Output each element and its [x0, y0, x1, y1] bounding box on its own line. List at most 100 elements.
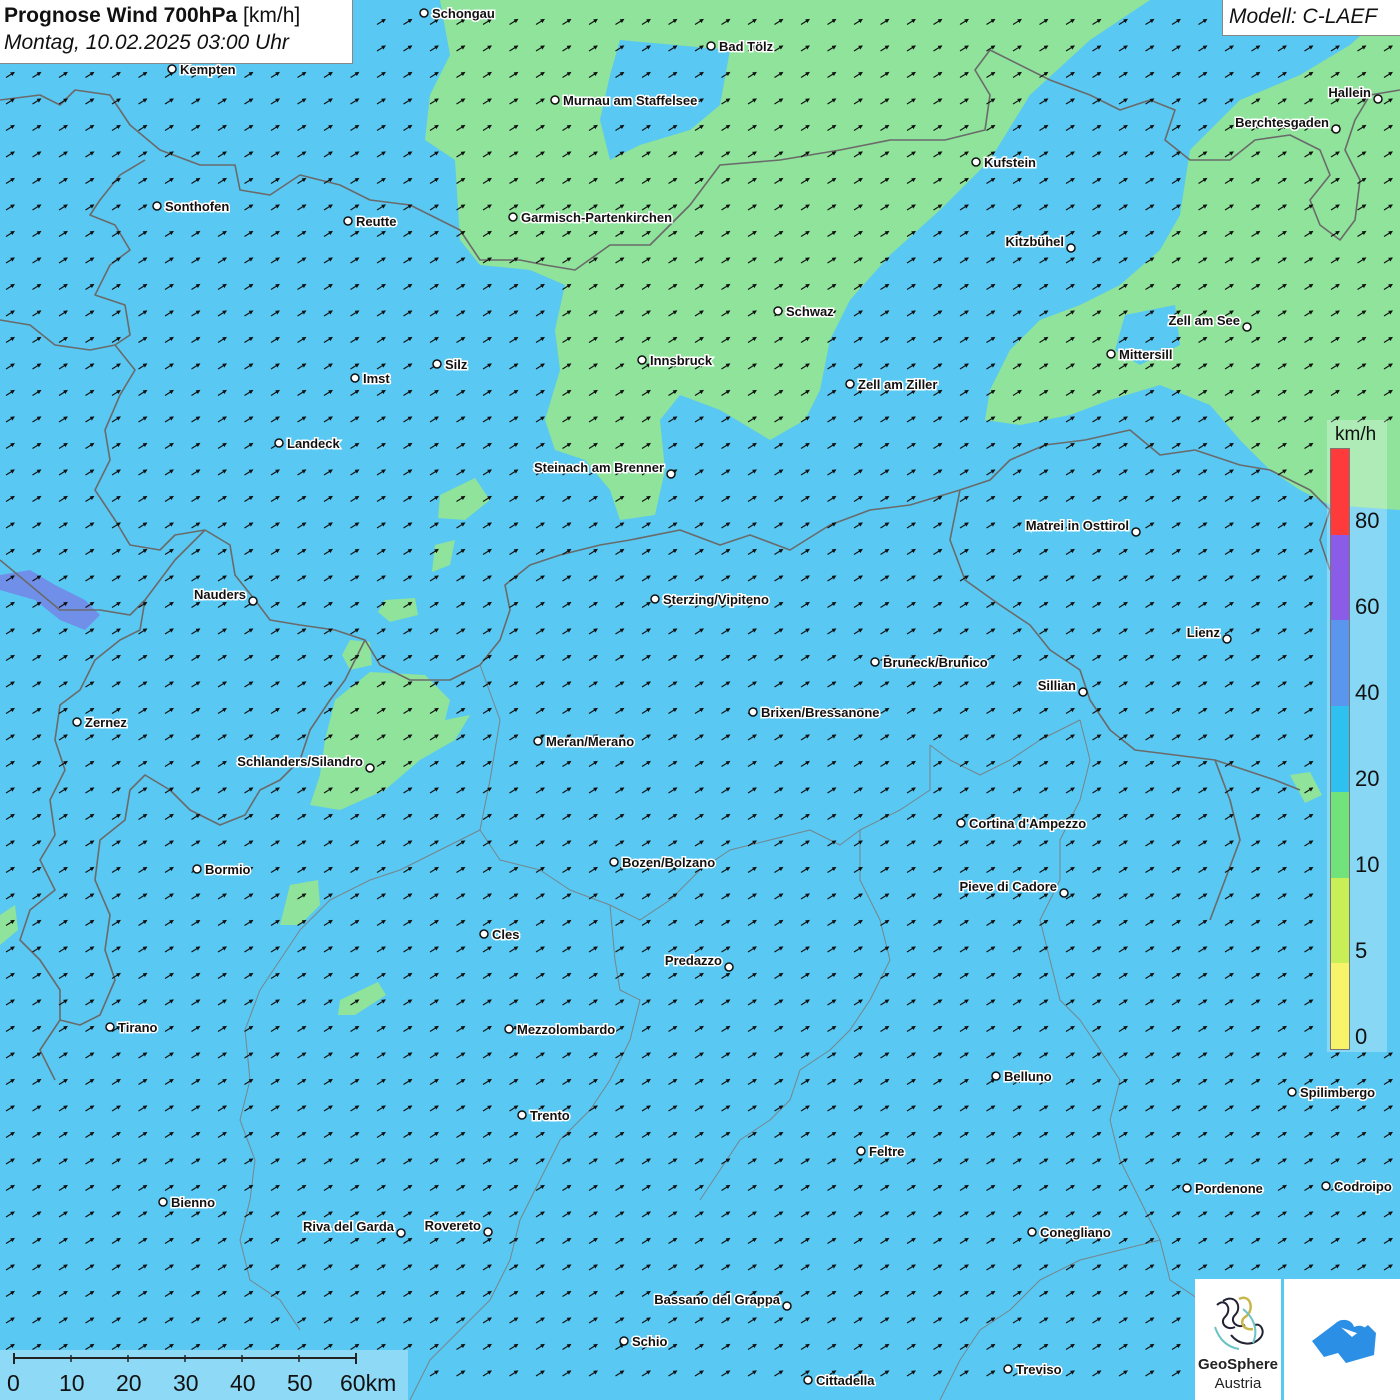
city-label: Bad Tölz: [719, 39, 774, 54]
city-label: Innsbruck: [650, 353, 713, 368]
city-label: Pieve di Cadore: [959, 879, 1057, 894]
city-label: Hallein: [1328, 85, 1371, 100]
map-title-unit: [km/h]: [243, 4, 301, 27]
city-label: Bienno: [171, 1195, 215, 1210]
legend-tick-label: 40: [1355, 680, 1380, 705]
city-label: Cittadella: [816, 1373, 875, 1388]
city-label: Spilimbergo: [1300, 1085, 1375, 1100]
city-marker-icon: [845, 379, 855, 389]
city-label: Codroipo: [1334, 1179, 1392, 1194]
city-marker-icon: [508, 212, 518, 222]
city-label: Silz: [445, 357, 468, 372]
city-label: Tirano: [118, 1020, 158, 1035]
city-label: Murnau am Staffelsee: [563, 93, 697, 108]
city-label: Cortina d'Ampezzo: [969, 816, 1086, 831]
city-marker-icon: [971, 157, 981, 167]
legend-segment: [1331, 963, 1349, 1049]
city-label: Feltre: [869, 1144, 904, 1159]
scale-label-0: 0: [7, 1370, 20, 1396]
city-mezzolombardo[interactable]: Mezzolombardo: [504, 1021, 617, 1039]
city-label: Predazzo: [665, 953, 722, 968]
city-label: Mittersill: [1119, 347, 1172, 362]
city-label: Imst: [363, 371, 390, 386]
legend-tick-label: 80: [1355, 508, 1380, 533]
city-marker-icon: [274, 438, 284, 448]
city-marker-icon: [517, 1110, 527, 1120]
map-title: Prognose Wind 700hPa: [4, 4, 238, 27]
city-brixen[interactable]: Brixen/Bressanone: [748, 704, 881, 722]
city-marker-icon: [748, 707, 758, 717]
city-marker-icon: [856, 1146, 866, 1156]
city-marker-icon: [152, 201, 162, 211]
city-sterzing[interactable]: Sterzing/Vipiteno: [650, 591, 770, 609]
scale-label-30: 30: [173, 1370, 199, 1396]
city-marker-icon: [533, 736, 543, 746]
city-marker-icon: [550, 95, 560, 105]
city-spilimbergo[interactable]: Spilimbergo: [1287, 1084, 1377, 1102]
city-label: Belluno: [1004, 1069, 1052, 1084]
city-marker-icon: [650, 594, 660, 604]
geosphere-subtitle: Austria: [1214, 1375, 1262, 1392]
city-marker-icon: [1373, 94, 1383, 104]
forecast-datetime: Montag, 10.02.2025 03:00 Uhr: [4, 31, 289, 54]
city-murnau[interactable]: Murnau am Staffelsee: [550, 92, 699, 110]
city-marker-icon: [870, 657, 880, 667]
city-marker-icon: [248, 596, 258, 606]
city-meran[interactable]: Meran/Merano: [533, 733, 636, 751]
city-label: Kitzbühel: [1006, 234, 1065, 249]
city-sonthofen[interactable]: Sonthofen: [152, 198, 231, 216]
city-label: Sillian: [1038, 678, 1076, 693]
city-marker-icon: [72, 717, 82, 727]
city-label: Berchtesgaden: [1235, 115, 1329, 130]
legend-segment: [1331, 534, 1349, 621]
city-marker-icon: [609, 857, 619, 867]
city-bozen[interactable]: Bozen/Bolzano: [609, 854, 717, 872]
geosphere-logo[interactable]: GeoSphere Austria: [1195, 1279, 1281, 1400]
city-marker-icon: [396, 1228, 406, 1238]
city-label: Bormio: [205, 862, 251, 877]
city-marker-icon: [1287, 1087, 1297, 1097]
city-pordenone[interactable]: Pordenone: [1182, 1180, 1264, 1198]
city-conegliano[interactable]: Conegliano: [1027, 1224, 1112, 1242]
city-marker-icon: [1131, 527, 1141, 537]
city-marker-icon: [1242, 322, 1252, 332]
city-label: Sterzing/Vipiteno: [663, 592, 769, 607]
city-marker-icon: [158, 1197, 168, 1207]
scale-label-20: 20: [116, 1370, 142, 1396]
city-zell-am-ziller[interactable]: Zell am Ziller: [845, 376, 939, 394]
city-label: Landeck: [287, 436, 341, 451]
legend-tick-label: 5: [1355, 938, 1368, 963]
city-marker-icon: [483, 1227, 493, 1237]
scale-label-40: 40: [230, 1370, 256, 1396]
geosphere-logo-icon: [1214, 1296, 1264, 1350]
cloud-app-logo[interactable]: [1284, 1279, 1400, 1400]
legend-tick-label: 0: [1355, 1024, 1368, 1049]
city-label: Bruneck/Brunico: [883, 655, 988, 670]
city-label: Zell am See: [1168, 313, 1240, 328]
map-title-line: Prognose Wind 700hPa [km/h]: [4, 4, 352, 28]
city-marker-icon: [619, 1336, 629, 1346]
city-label: Kufstein: [984, 155, 1036, 170]
city-marker-icon: [343, 216, 353, 226]
city-marker-icon: [350, 373, 360, 383]
city-marker-icon: [365, 763, 375, 773]
city-cortina[interactable]: Cortina d'Ampezzo: [956, 815, 1088, 833]
city-innsbruck[interactable]: Innsbruck: [637, 352, 714, 370]
legend-tick-label: 60: [1355, 594, 1380, 619]
city-label: Lienz: [1187, 625, 1221, 640]
city-marker-icon: [1222, 634, 1232, 644]
color-legend: km/h 80 60 40 20 10 5 0: [1327, 420, 1387, 1052]
legend-tick-label: 10: [1355, 852, 1380, 877]
city-bruneck[interactable]: Bruneck/Brunico: [870, 654, 989, 672]
city-label: Nauders: [194, 587, 246, 602]
city-marker-icon: [803, 1375, 813, 1385]
city-marker-icon: [637, 355, 647, 365]
city-label: Meran/Merano: [546, 734, 634, 749]
city-label: Matrei in Osttirol: [1026, 518, 1129, 533]
city-marker-icon: [1003, 1364, 1013, 1374]
city-label: Schwaz: [786, 304, 834, 319]
city-garmisch[interactable]: Garmisch-Partenkirchen: [508, 209, 674, 227]
city-schongau[interactable]: Schongau: [419, 5, 496, 23]
wind-forecast-map[interactable]: Schongau Bad Tölz Kempten Murnau am Staffel…: [0, 0, 1400, 1400]
legend-segment: [1331, 706, 1349, 792]
